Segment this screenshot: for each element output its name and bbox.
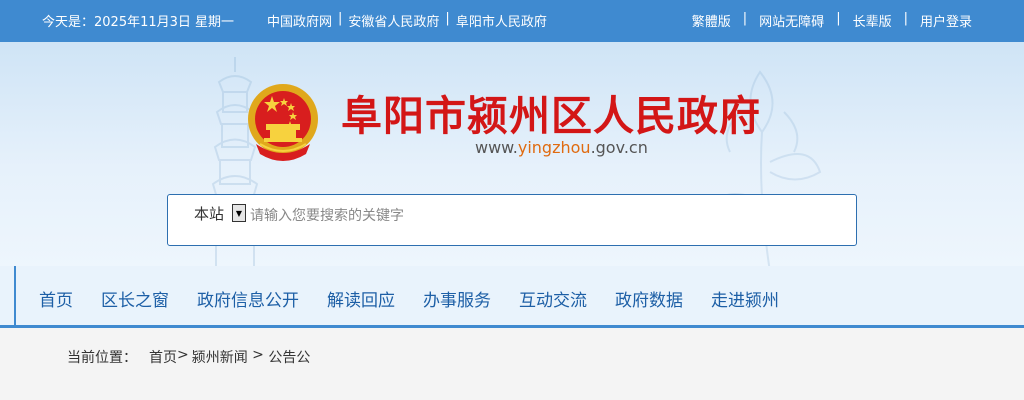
main-nav: 首页 区长之窗 政府信息公开 解读回应 办事服务 互动交流 政府数据 走进颍州 [0,266,1024,328]
url-highlight: yingzhou [517,138,591,157]
nav-item-interpretation[interactable]: 解读回应 [327,286,395,311]
separator: | [836,11,841,26]
breadcrumb-announcements[interactable]: 公告公 [268,347,310,367]
nav-item-info-disclosure[interactable]: 政府信息公开 [197,286,299,311]
separator: | [742,11,748,26]
url-suffix: .gov.cn [590,138,648,157]
separator: | [445,11,450,26]
nav-item-services[interactable]: 办事服务 [423,286,491,311]
link-fuyang-gov[interactable]: 阜阳市人民政府 [456,11,547,30]
nav-item-district-head[interactable]: 区长之窗 [101,286,169,311]
nav-divider [14,266,16,326]
nav-item-home[interactable]: 首页 [39,286,73,311]
separator: | [338,11,343,26]
nav-item-interaction[interactable]: 互动交流 [519,286,587,311]
url-prefix: www. [475,138,518,157]
search-box: 本站 ▼ [167,194,857,246]
top-links-left: 中国政府网 | 安徽省人民政府 | 阜阳市人民政府 [267,11,547,30]
breadcrumb-separator: > [247,347,269,363]
search-input[interactable] [250,205,810,227]
nav-item-about-yingzhou[interactable]: 走进颍州 [711,286,779,311]
link-traditional-chinese[interactable]: 繁體版 [692,11,731,30]
link-accessibility[interactable]: 网站无障碍 [759,11,824,30]
link-user-login[interactable]: 用户登录 [920,11,972,30]
breadcrumb-separator: > [177,347,189,363]
top-bar: 今天是：2025年11月3日 星期一 中国政府网 | 安徽省人民政府 | 阜阳市… [0,0,1024,42]
nav-items: 首页 区长之窗 政府信息公开 解读回应 办事服务 互动交流 政府数据 走进颍州 [39,286,807,311]
site-header: 阜阳市颍州区人民政府 www.yingzhou.gov.cn 本站 ▼ [0,42,1024,270]
site-title: 阜阳市颍州区人民政府 [341,92,761,140]
national-emblem-icon [248,84,318,161]
separator: | [903,11,908,26]
nav-item-gov-data[interactable]: 政府数据 [615,286,683,311]
dropdown-arrow-icon[interactable]: ▼ [232,204,246,222]
link-china-gov[interactable]: 中国政府网 [267,11,332,30]
current-date: 今天是：2025年11月3日 星期一 [42,15,235,30]
breadcrumb: 当前位置： 首页 > 颍州新闻 > 公告公 [67,347,310,367]
site-url: www.yingzhou.gov.cn [475,138,648,157]
link-elder-version[interactable]: 长辈版 [853,11,892,30]
breadcrumb-label: 当前位置： [67,350,137,366]
link-anhui-gov[interactable]: 安徽省人民政府 [348,11,439,30]
search-scope-select[interactable]: 本站 [194,203,224,224]
breadcrumb-news[interactable]: 颍州新闻 [192,347,248,367]
breadcrumb-home[interactable]: 首页 [149,347,177,367]
top-links-right: 繁體版 | 网站无障碍 | 长辈版 | 用户登录 [692,11,972,30]
